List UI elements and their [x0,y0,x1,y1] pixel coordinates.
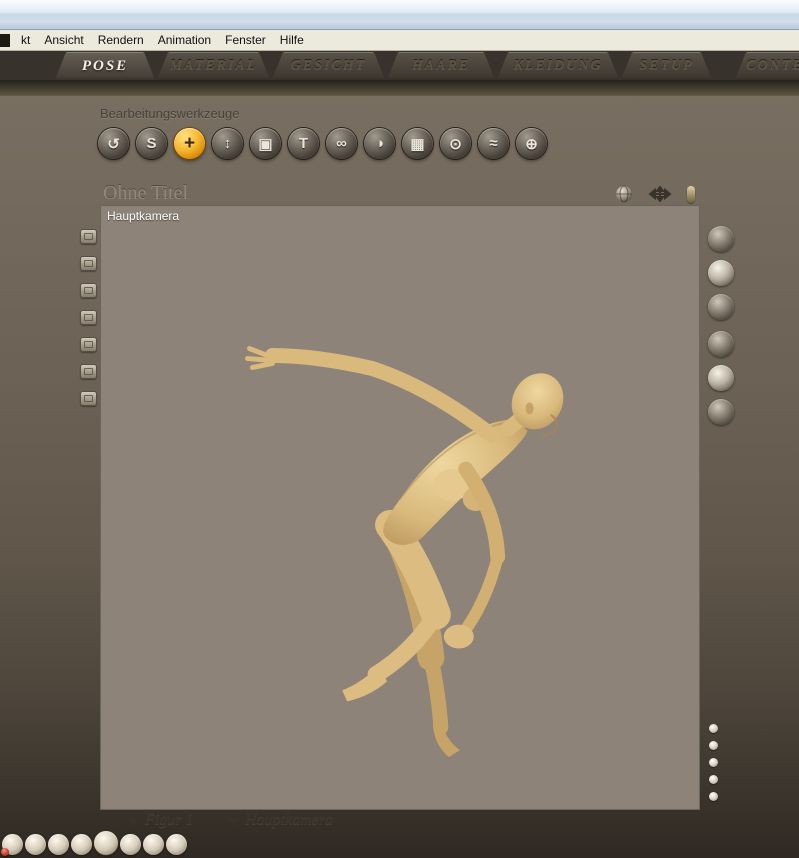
color-icon: ◑ [374,135,385,152]
grouping-icon: ▦ [410,135,425,153]
side-dot-2[interactable] [709,741,718,750]
translate-inout-icon: ↕ [223,135,232,152]
tab-pose[interactable]: POSE [55,52,155,80]
tool-magnifier-button[interactable]: ⊙ [440,128,471,159]
rotate-icon: ↺ [107,135,120,153]
tool-rotate-button[interactable]: ↺ [98,128,129,159]
tool-taper-button[interactable]: T [288,128,319,159]
tool-morph-button[interactable]: ≈ [478,128,509,159]
menu-bar: kt Ansicht Rendern Animation Fenster Hil… [0,30,799,51]
poser-window: kt Ansicht Rendern Animation Fenster Hil… [0,0,799,858]
scale-icon: ▣ [258,135,273,153]
viewport-control-button-5[interactable] [80,337,97,352]
menu-item-ansicht[interactable]: Ansicht [37,30,90,50]
menu-item-hilfe[interactable]: Hilfe [273,30,311,50]
side-dot-1[interactable] [709,724,718,733]
display-style-sphere-4[interactable] [71,834,92,855]
viewport-control-button-6[interactable] [80,364,97,379]
side-sphere-controls [708,226,734,433]
direct-manipulation-icon: ⊕ [525,135,538,153]
taper-icon: T [298,135,309,152]
tab-kleidung[interactable]: KLEIDUNG [497,52,619,80]
editing-toolbar: ↺ S + ↕ ▣ T ∞ ◑ ▦ ⊙ ≈ ⊕ [98,128,547,159]
viewport-control-button-3[interactable] [80,283,97,298]
tool-color-button[interactable]: ◑ [364,128,395,159]
camera-selector-label: Hauptkamera [245,811,333,828]
menu-item-objekt[interactable]: kt [14,30,37,50]
tab-content[interactable]: CONTE [735,52,799,80]
camera-selector[interactable]: Hauptkamera [227,811,333,829]
tab-gesicht-label: GESICHT [290,58,367,73]
tab-material[interactable]: MATERIAL [157,52,270,80]
window-titlebar[interactable] [0,0,799,30]
tool-translate-button[interactable]: + [174,128,205,159]
tab-material-label: MATERIAL [169,58,258,73]
tab-kleidung-label: KLEIDUNG [513,58,603,73]
display-style-sphere-3[interactable] [48,834,69,855]
viewport-3d[interactable]: Hauptkamera [100,205,700,810]
menu-item-animation[interactable]: Animation [151,30,218,50]
tab-bar-base [0,80,799,96]
figure-selector[interactable]: Figur 1 [127,811,193,829]
translate-icon: + [183,132,196,154]
tool-twist-button[interactable]: S [136,128,167,159]
display-style-sphere-8[interactable] [166,834,187,855]
tab-bar: POSE MATERIAL GESICHT HAARE KLEIDUNG SET… [0,51,799,80]
display-style-sphere-5-selected[interactable] [94,831,118,855]
tab-content-label: CONTE [746,58,799,73]
magnifier-icon: ⊙ [449,135,462,153]
document-title: Ohne Titel [103,182,189,204]
tool-grouping-button[interactable]: ▦ [402,128,433,159]
figure-3d[interactable] [101,206,699,809]
menu-item-rendern[interactable]: Rendern [91,30,151,50]
tool-scale-button[interactable]: ▣ [250,128,281,159]
tab-setup-label: SETUP [639,58,694,73]
tab-haare[interactable]: HAARE [387,52,495,80]
tools-section-label: Bearbeitungswerkzeuge [100,106,240,121]
side-dot-5[interactable] [709,792,718,801]
viewport-control-button-4[interactable] [80,310,97,325]
viewport-control-button-1[interactable] [80,229,97,244]
tool-direct-manipulation-button[interactable]: ⊕ [516,128,547,159]
side-dot-4[interactable] [709,775,718,784]
chevron-down-icon [127,817,139,826]
tab-pose-label: POSE [81,58,129,74]
viewport-control-button-7[interactable] [80,391,97,406]
display-style-sphere-7[interactable] [143,834,164,855]
viewport-control-button-2[interactable] [80,256,97,271]
side-sphere-button-2[interactable] [708,260,734,286]
camera-label: Hauptkamera [107,209,180,223]
display-style-sphere-2[interactable] [25,834,46,855]
joint-tool-icon[interactable] [687,185,695,203]
chevron-down-icon [227,817,239,826]
tab-setup[interactable]: SETUP [621,52,712,80]
display-style-controls [2,831,187,855]
tab-gesicht[interactable]: GESICHT [272,52,385,80]
display-style-sphere-6[interactable] [120,834,141,855]
side-dot-controls [709,724,718,809]
side-sphere-button-6[interactable] [708,399,734,425]
side-sphere-button-4[interactable] [708,331,734,357]
menu-item-fenster[interactable]: Fenster [218,30,273,50]
tab-haare-label: HAARE [411,58,471,73]
viewport-controls-column [80,229,97,418]
window-icon [0,33,10,47]
side-dot-3[interactable] [709,758,718,767]
figure-selector-label: Figur 1 [145,811,194,828]
side-sphere-button-1[interactable] [708,226,734,252]
globe-icon[interactable] [615,185,633,203]
twist-icon: S [146,135,157,152]
morph-icon: ≈ [489,135,498,152]
tool-translate-inout-button[interactable]: ↕ [212,128,243,159]
document-header-icons [615,185,695,203]
record-dot[interactable] [1,848,9,856]
side-sphere-button-5[interactable] [708,365,734,391]
tool-chain-break-button[interactable]: ∞ [326,128,357,159]
side-sphere-button-3[interactable] [708,294,734,320]
chain-break-icon: ∞ [336,135,347,152]
move-axes-icon[interactable] [645,186,675,202]
